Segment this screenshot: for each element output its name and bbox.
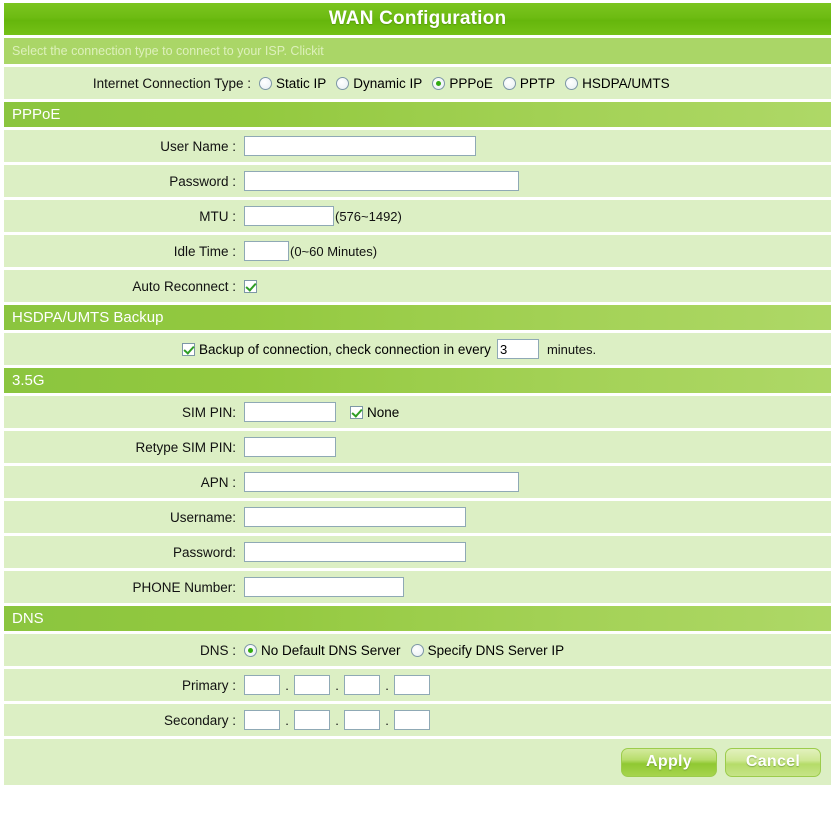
g35-apn-input[interactable] <box>244 472 519 492</box>
section-header-dns: DNS <box>4 606 831 631</box>
row-35g-username: Username: <box>4 501 831 533</box>
section-header-hsdpa-umts-backup: HSDPA/UMTS Backup <box>4 305 831 330</box>
dns-secondary-label: Secondary : <box>163 712 236 728</box>
g35-apn-label: APN : <box>200 474 236 490</box>
radio-option-dynamic-ip[interactable]: Dynamic IP <box>336 76 422 91</box>
row-pppoe-idle-time: Idle Time : (0~60 Minutes) <box>4 235 831 267</box>
g35-sim-pin-none-label[interactable]: None <box>350 405 399 420</box>
pppoe-password-input[interactable] <box>244 171 519 191</box>
row-pppoe-mtu: MTU : (576~1492) <box>4 200 831 232</box>
g35-password-label: Password: <box>172 544 236 560</box>
radio-label-no-default-dns-server: No Default DNS Server <box>261 642 401 658</box>
dns-secondary-octet-2[interactable] <box>294 710 330 730</box>
radio-option-static-ip[interactable]: Static IP <box>259 76 326 91</box>
internet-connection-type-label: Internet Connection Type : <box>92 75 251 91</box>
g35-username-input[interactable] <box>244 507 466 527</box>
dns-secondary-separator-2: . <box>335 712 339 728</box>
radio-label-static-ip: Static IP <box>276 75 327 91</box>
row-35g-retype-sim-pin: Retype SIM PIN: <box>4 431 831 463</box>
radio-icon-pppoe[interactable] <box>432 76 446 90</box>
dns-secondary-octet-3[interactable] <box>344 710 380 730</box>
radio-option-pppoe[interactable]: PPPoE <box>432 76 493 91</box>
radio-icon-pptp[interactable] <box>502 76 516 90</box>
radio-icon-hsdpa-umts[interactable] <box>565 76 579 90</box>
row-dns-secondary: Secondary : . . . <box>4 704 831 736</box>
dns-radio-group: No Default DNS Server Specify DNS Server… <box>244 643 574 658</box>
radio-option-pptp[interactable]: PPTP <box>502 75 556 91</box>
dns-primary-octet-3[interactable] <box>344 675 380 695</box>
pppoe-idle-time-hint: (0~60 Minutes) <box>290 243 378 259</box>
internet-connection-type-radio-group: Static IP Dynamic IP PPPoE PPTP HSDPA/UM <box>259 76 680 91</box>
hsdpa-backup-text-after: minutes. <box>546 341 597 357</box>
pppoe-password-label: Password : <box>169 173 236 189</box>
pppoe-mtu-hint: (576~1492) <box>335 208 402 224</box>
section-header-pppoe: PPPoE <box>4 102 831 127</box>
g35-password-input[interactable] <box>244 542 466 562</box>
page-title: WAN Configuration <box>4 3 831 35</box>
dns-primary-octet-2[interactable] <box>294 675 330 695</box>
page-subtitle: Select the connection type to connect to… <box>4 38 831 64</box>
dns-secondary-octet-1[interactable] <box>244 710 280 730</box>
radio-label-pptp: PPTP <box>519 75 556 91</box>
pppoe-user-name-label: User Name : <box>160 138 236 154</box>
g35-sim-pin-none-checkbox[interactable] <box>350 405 363 419</box>
radio-icon-no-default-dns-server[interactable] <box>244 643 257 657</box>
radio-option-hsdpa-umts[interactable]: HSDPA/UMTS <box>565 76 670 91</box>
dns-primary-octet-4[interactable] <box>394 675 430 695</box>
radio-option-specify-dns-server-ip[interactable]: Specify DNS Server IP <box>410 642 565 658</box>
row-35g-phone-number: PHONE Number: <box>4 571 831 603</box>
dns-primary-separator-2: . <box>335 677 339 693</box>
row-hsdpa-backup: Backup of connection, check connection i… <box>4 333 831 365</box>
wan-configuration-page: WAN Configuration Select the connection … <box>0 0 835 815</box>
dns-secondary-separator-3: . <box>385 712 389 728</box>
radio-label-specify-dns-server-ip: Specify DNS Server IP <box>427 642 565 658</box>
g35-sim-pin-label: SIM PIN: <box>181 404 236 420</box>
hsdpa-backup-checkbox[interactable] <box>182 342 195 356</box>
pppoe-idle-time-label: Idle Time : <box>173 243 236 259</box>
row-dns-mode: DNS : No Default DNS Server Specify DNS … <box>4 634 831 666</box>
dns-primary-separator-3: . <box>385 677 389 693</box>
g35-sim-pin-none-text: None <box>367 404 400 420</box>
row-pppoe-auto-reconnect: Auto Reconnect : <box>4 270 831 302</box>
dns-primary-separator-1: . <box>285 677 289 693</box>
dns-primary-octet-1[interactable] <box>244 675 280 695</box>
dns-secondary-octet-4[interactable] <box>394 710 430 730</box>
cancel-button[interactable]: Cancel <box>725 747 821 777</box>
pppoe-mtu-input[interactable] <box>244 206 334 226</box>
pppoe-idle-time-input[interactable] <box>244 241 289 261</box>
row-pppoe-user-name: User Name : <box>4 130 831 162</box>
radio-icon-specify-dns-server-ip[interactable] <box>410 643 424 657</box>
radio-icon-dynamic-ip[interactable] <box>336 76 350 90</box>
section-header-35g: 3.5G <box>4 368 831 393</box>
hsdpa-backup-minutes-input[interactable] <box>496 339 539 359</box>
dns-primary-label: Primary : <box>182 677 236 693</box>
radio-label-hsdpa-umts: HSDPA/UMTS <box>582 75 670 91</box>
radio-icon-static-ip[interactable] <box>259 76 272 90</box>
g35-phone-number-input[interactable] <box>244 577 404 597</box>
row-35g-password: Password: <box>4 536 831 568</box>
row-dns-primary: Primary : . . . <box>4 669 831 701</box>
g35-retype-sim-pin-label: Retype SIM PIN: <box>135 439 236 455</box>
dns-secondary-separator-1: . <box>285 712 289 728</box>
row-pppoe-password: Password : <box>4 165 831 197</box>
g35-retype-sim-pin-input[interactable] <box>244 437 336 457</box>
row-35g-apn: APN : <box>4 466 831 498</box>
g35-username-label: Username: <box>169 509 236 525</box>
dns-label: DNS : <box>199 642 236 658</box>
hsdpa-backup-checkbox-label[interactable]: Backup of connection, check connection i… <box>182 342 491 357</box>
pppoe-user-name-input[interactable] <box>244 136 476 156</box>
action-button-bar: Apply Cancel <box>4 739 831 785</box>
g35-sim-pin-input[interactable] <box>244 402 336 422</box>
apply-button[interactable]: Apply <box>621 747 717 777</box>
row-internet-connection-type: Internet Connection Type : Static IP Dyn… <box>4 67 831 99</box>
hsdpa-backup-text-before: Backup of connection, check connection i… <box>199 341 491 357</box>
radio-label-pppoe: PPPoE <box>449 75 493 91</box>
g35-phone-number-label: PHONE Number: <box>132 579 236 595</box>
radio-option-no-default-dns-server[interactable]: No Default DNS Server <box>244 643 401 658</box>
pppoe-auto-reconnect-checkbox[interactable] <box>244 279 257 293</box>
pppoe-mtu-label: MTU : <box>199 208 236 224</box>
radio-label-dynamic-ip: Dynamic IP <box>353 75 423 91</box>
row-35g-sim-pin: SIM PIN: None <box>4 396 831 428</box>
pppoe-auto-reconnect-label: Auto Reconnect : <box>132 278 236 294</box>
